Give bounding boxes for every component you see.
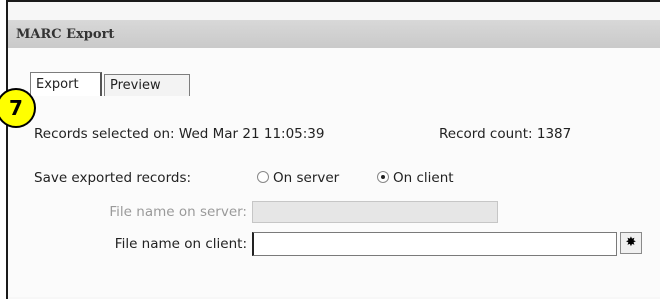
on-client-radio[interactable] — [377, 171, 389, 183]
on-server-label: On server — [273, 170, 340, 186]
records-selected-text: Records selected on: Wed Mar 21 11:05:39 — [34, 126, 325, 142]
window-titlebar: MARC Export — [8, 20, 660, 50]
client-filename-label: File name on client: — [114, 236, 247, 252]
save-records-label: Save exported records: — [34, 170, 192, 186]
window-title: MARC Export — [16, 27, 115, 42]
server-filename-label: File name on server: — [109, 204, 247, 220]
on-server-radio[interactable] — [257, 171, 269, 183]
record-count-text: Record count: 1387 — [439, 126, 572, 142]
compass-browse-icon: ✸ — [625, 235, 637, 250]
on-client-radio-option[interactable]: On client — [377, 170, 454, 186]
client-filename-input[interactable] — [252, 232, 617, 256]
on-server-radio-option[interactable]: On server — [257, 170, 339, 186]
tab-preview[interactable]: Preview — [104, 74, 190, 96]
server-filename-input — [252, 201, 498, 223]
records-info-row: Records selected on: Wed Mar 21 11:05:39… — [34, 126, 571, 142]
on-client-label: On client — [393, 170, 454, 186]
browse-button[interactable]: ✸ — [620, 232, 642, 254]
tab-export[interactable]: Export — [30, 72, 102, 96]
